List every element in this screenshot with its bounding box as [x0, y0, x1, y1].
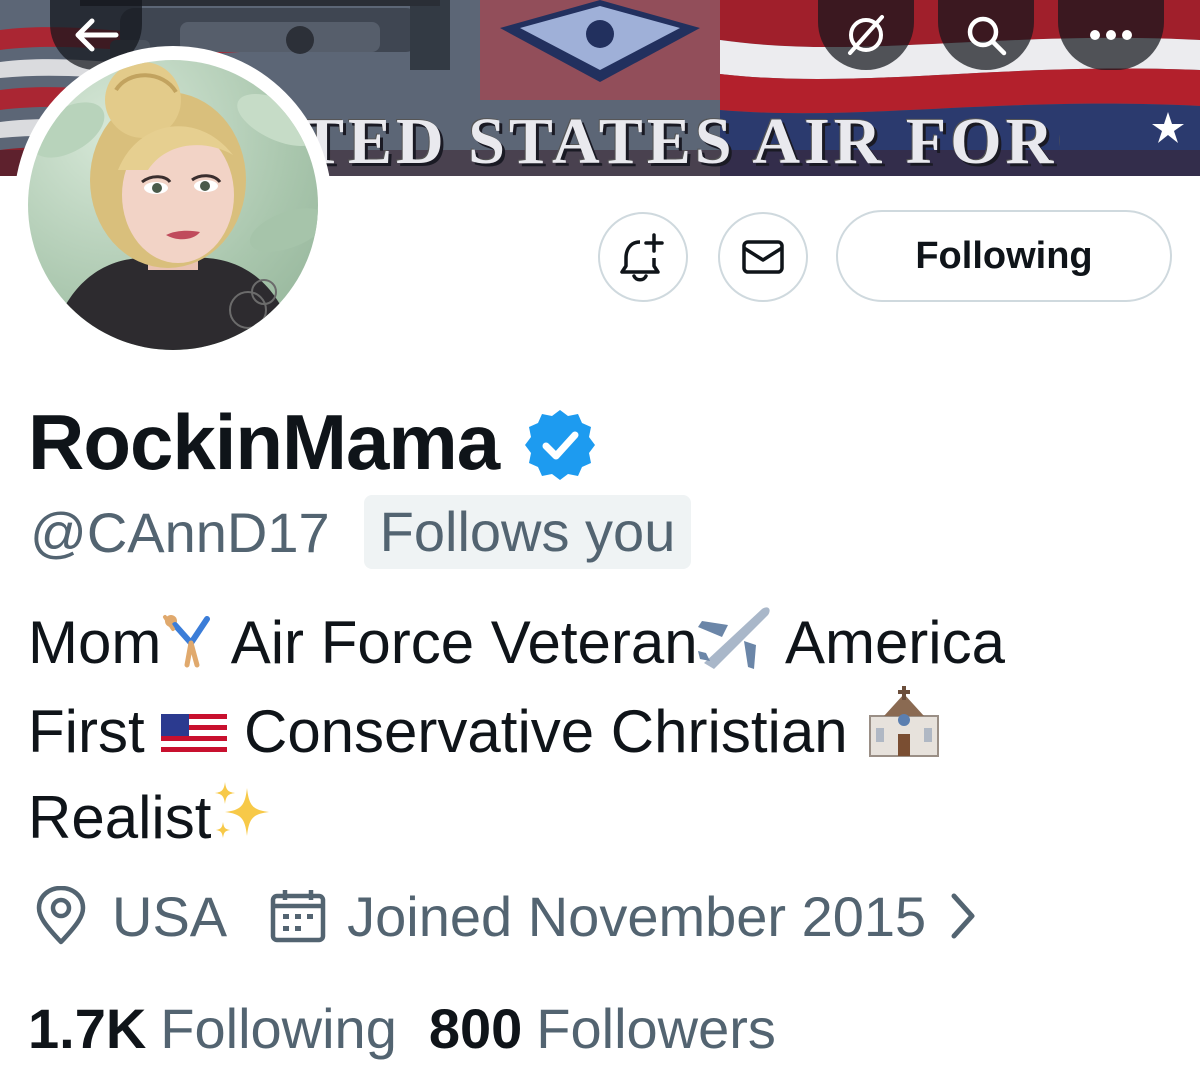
- verified-badge-icon: [525, 410, 596, 480]
- bio-text: Realist: [28, 784, 212, 851]
- bio-line-3: Realist: [28, 775, 1178, 861]
- notifications-button[interactable]: [598, 212, 688, 302]
- followers-count-link[interactable]: 800 Followers: [429, 996, 776, 1061]
- bio-line-2: First Conservative Christian: [28, 686, 1178, 775]
- arrow-left-icon: [75, 18, 119, 52]
- followers-count: 800: [428, 996, 523, 1060]
- bio-text: First: [28, 698, 162, 765]
- search-icon: [967, 16, 1007, 56]
- bio-text: America: [771, 609, 1005, 676]
- bio-text: Mom: [28, 609, 162, 676]
- gymnast-emoji-icon: [163, 615, 211, 668]
- bio: Mom Air Force Veteran America First Cons…: [28, 600, 1178, 861]
- us-flag-emoji-icon: [161, 714, 228, 754]
- bio-text: Conservative Christian: [227, 698, 865, 765]
- location-text: USA: [112, 884, 228, 948]
- banner-text: TED STATES AIR FORCE: [300, 106, 1060, 176]
- joined-date-text: Joined November 2015: [347, 884, 927, 948]
- follows-you-badge: Follows you: [363, 495, 692, 569]
- following-count: 1.7K: [28, 996, 147, 1060]
- envelope-icon: [742, 240, 784, 274]
- bio-line-1: Mom Air Force Veteran America: [28, 600, 1178, 686]
- display-name: RockinMama: [28, 398, 500, 486]
- message-button[interactable]: [718, 212, 808, 302]
- avatar[interactable]: [14, 46, 332, 364]
- display-name-row: RockinMama: [28, 392, 597, 492]
- no-symbol-icon: [848, 15, 884, 55]
- calendar-icon: [270, 890, 326, 943]
- profile-meta-row: USA Joined November 2015: [34, 876, 978, 956]
- bio-text: Air Force Veteran: [217, 609, 698, 676]
- airplane-emoji-icon: [697, 607, 770, 669]
- more-dots-icon: [1090, 30, 1132, 40]
- church-emoji-icon: [869, 686, 940, 757]
- following-label: Following: [160, 996, 397, 1060]
- bell-plus-icon: [620, 233, 664, 282]
- following-count-link[interactable]: 1.7K Following: [28, 996, 397, 1061]
- follow-counts-row: 1.7K Following 800 Followers: [28, 990, 776, 1066]
- avatar-image: [28, 60, 318, 350]
- handle-row: @CAnnD17 Follows you: [30, 492, 692, 572]
- location-pin-icon: [36, 886, 86, 945]
- followers-label: Followers: [536, 996, 776, 1060]
- following-button[interactable]: Following: [836, 210, 1172, 302]
- handle: @CAnnD17: [30, 500, 330, 564]
- sparkles-emoji-icon: [215, 782, 270, 838]
- chevron-right-icon[interactable]: [948, 890, 978, 942]
